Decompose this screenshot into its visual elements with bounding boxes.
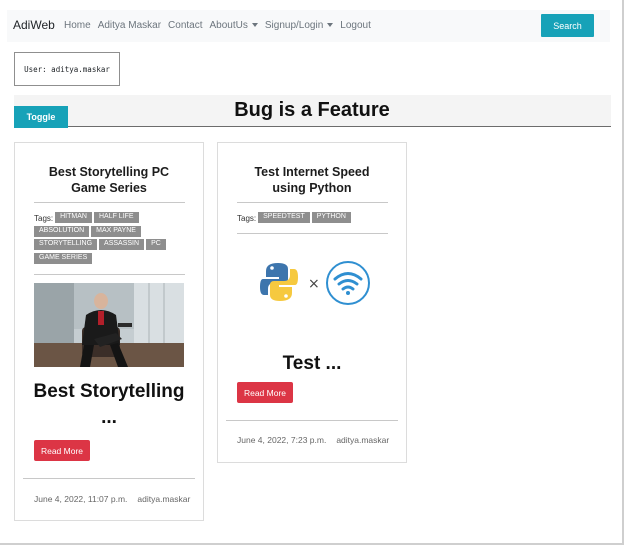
post-meta: June 4, 2022, 11:07 p.m. aditya.maskar: [34, 494, 190, 504]
divider: [34, 274, 185, 275]
divider: [237, 233, 388, 234]
search-button[interactable]: Search: [541, 14, 594, 37]
tags-label: Tags:: [237, 214, 257, 224]
post-excerpt: Test ...: [282, 353, 342, 374]
user-info-box: User: aditya.maskar: [14, 52, 120, 86]
times-icon: ×: [308, 276, 320, 292]
tag-badge[interactable]: ABSOLUTION: [34, 225, 90, 237]
nav-signup-login-dropdown[interactable]: Signup/Login: [264, 20, 334, 31]
divider: [23, 478, 195, 479]
page-title: Bug is a Feature: [234, 99, 390, 121]
tag-badge[interactable]: ASSASSIN: [99, 239, 145, 251]
tags-label: Tags:: [34, 214, 54, 224]
toggle-button[interactable]: Toggle: [14, 106, 68, 128]
read-more-button[interactable]: Read More: [34, 440, 90, 461]
python-logo-icon: [260, 263, 298, 301]
tag-badge[interactable]: GAME SERIES: [34, 252, 93, 264]
brand-link[interactable]: AdiWeb: [13, 18, 55, 32]
nav-links: Home Aditya Maskar Contact AboutUs Signu…: [64, 20, 371, 31]
post-card: Test Internet Speed using Python Tags: SP…: [217, 142, 407, 463]
chevron-down-icon: [251, 23, 258, 28]
nav-home-link[interactable]: Home: [64, 20, 91, 31]
post-card: Best Storytelling PC Game Series Tags: HI…: [14, 142, 204, 521]
tag-badge[interactable]: MAX PAYNE: [91, 225, 141, 237]
post-date: June 4, 2022, 7:23 p.m.: [237, 435, 327, 445]
divider: [226, 420, 398, 421]
nav-contact-link[interactable]: Contact: [168, 20, 202, 31]
post-author[interactable]: aditya.maskar: [137, 494, 190, 504]
post-meta: June 4, 2022, 7:23 p.m. aditya.maskar: [237, 435, 389, 445]
tag-list: Tags: SPEEDTEST PYTHON: [237, 212, 392, 225]
post-title[interactable]: Test Internet Speed using Python: [218, 164, 406, 196]
post-thumbnail[interactable]: [34, 283, 184, 367]
tag-badge[interactable]: PYTHON: [311, 212, 351, 224]
tag-badge[interactable]: HALF LIFE: [93, 212, 139, 224]
post-thumbnail[interactable]: ×: [258, 257, 373, 309]
divider: [34, 202, 185, 203]
nav-logout-link[interactable]: Logout: [340, 20, 371, 31]
post-author[interactable]: aditya.maskar: [336, 435, 389, 445]
tag-list: Tags: HITMAN HALF LIFEABSOLUTION MAX PAYNE S…: [34, 212, 189, 266]
tag-badge[interactable]: PC: [146, 239, 166, 251]
user-label: User: aditya.maskar: [24, 64, 110, 74]
nav-aboutus-dropdown[interactable]: AboutUs: [210, 20, 258, 31]
tag-badge[interactable]: STORYTELLING: [34, 239, 98, 251]
nav-aboutus-label: AboutUs: [209, 20, 248, 31]
tag-badge[interactable]: HITMAN: [55, 212, 92, 224]
tag-badge[interactable]: SPEEDTEST: [258, 212, 310, 224]
python-wifi-artwork: ×: [260, 261, 370, 305]
nav-signup-login-label: Signup/Login: [264, 20, 324, 31]
divider: [237, 202, 388, 203]
read-more-button[interactable]: Read More: [237, 382, 293, 403]
hitman-artwork: [34, 283, 184, 367]
post-title[interactable]: Best Storytelling PC Game Series: [15, 164, 203, 196]
post-excerpt: Best Storytelling ...: [33, 381, 185, 428]
nav-aditya-maskar-link[interactable]: Aditya Maskar: [98, 20, 161, 31]
wifi-icon: [326, 261, 370, 305]
navbar: AdiWeb Home Aditya Maskar Contact AboutU…: [7, 10, 610, 42]
chevron-down-icon: [327, 23, 334, 28]
post-date: June 4, 2022, 11:07 p.m.: [34, 494, 128, 504]
